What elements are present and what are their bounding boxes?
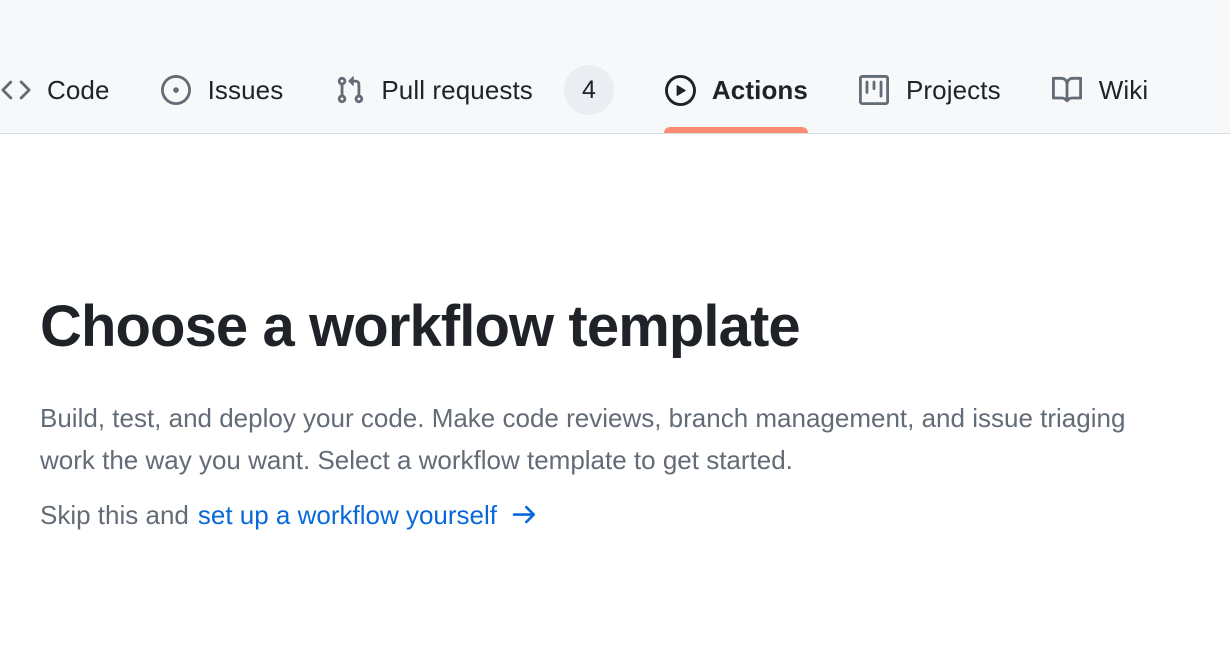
code-icon [0,74,32,107]
nav-tab-label: Wiki [1098,75,1149,105]
nav-tab-label: Pull requests [381,75,533,105]
issue-opened-icon [160,74,193,107]
arrow-right-icon [511,501,539,529]
page-title: Choose a workflow template [40,294,801,359]
nav-tab-label: Actions [711,75,808,105]
nav-tab-issues[interactable]: Issues [135,47,309,133]
skip-prefix-text: Skip this and [40,500,189,530]
github-actions-page: Code Issues Pull requests 4 Actions Proj… [0,0,1230,646]
nav-tab-label: Projects [905,75,1001,105]
git-pull-request-icon [333,74,366,107]
nav-tab-wiki[interactable]: Wiki [1026,47,1174,133]
nav-tab-projects[interactable]: Projects [833,47,1026,133]
nav-tab-pull-requests[interactable]: Pull requests 4 [308,47,639,133]
nav-tab-label: Issues [207,75,284,105]
repo-nav-header: Code Issues Pull requests 4 Actions Proj… [0,0,1230,134]
pull-requests-counter: 4 [563,65,614,115]
play-circle-icon [664,74,697,107]
nav-tab-label: Code [47,75,110,105]
repo-nav: Code Issues Pull requests 4 Actions Proj… [0,47,1173,133]
nav-tab-code[interactable]: Code [0,47,135,133]
skip-workflow-line: Skip this and set up a workflow yourself [40,501,539,529]
book-icon [1051,74,1084,107]
setup-workflow-link-label: set up a workflow yourself [197,500,498,530]
setup-workflow-yourself-link[interactable]: set up a workflow yourself [198,501,539,529]
page-description: Build, test, and deploy your code. Make … [40,403,1126,475]
nav-tab-actions[interactable]: Actions [639,47,833,133]
active-tab-underline [663,127,808,133]
project-board-icon [858,74,891,107]
